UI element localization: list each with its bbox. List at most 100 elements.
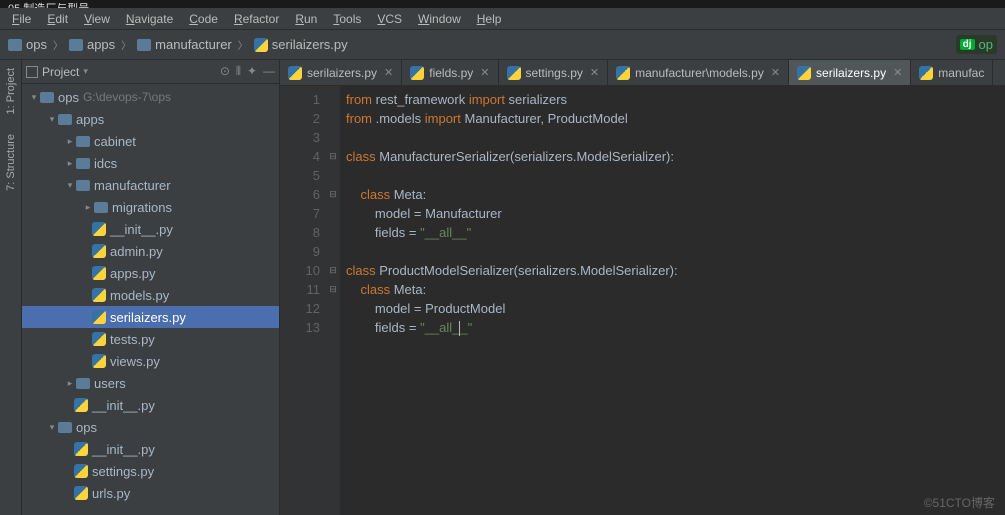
close-icon[interactable]: ✕: [893, 66, 902, 79]
chevron-icon: 〉: [238, 37, 248, 52]
code-line[interactable]: from .models import Manufacturer, Produc…: [346, 109, 1005, 128]
menu-tools[interactable]: Tools: [327, 10, 367, 28]
tree-item[interactable]: ▸cabinet: [22, 130, 279, 152]
code-line[interactable]: model = ProductModel: [346, 299, 1005, 318]
breadcrumb-item[interactable]: apps: [69, 37, 115, 52]
fold-marker[interactable]: ⊟: [326, 147, 340, 166]
tree-item[interactable]: __init__.py: [22, 394, 279, 416]
project-tree[interactable]: ▾opsG:\devops-7\ops▾apps▸cabinet▸idcs▾ma…: [22, 84, 279, 515]
editor-tab[interactable]: serilaizers.py✕: [789, 60, 911, 85]
python-file-icon: [254, 38, 268, 52]
expand-arrow-icon[interactable]: ▾: [48, 422, 56, 433]
tool-window-button[interactable]: 1: Project: [5, 64, 17, 118]
editor-tab[interactable]: serilaizers.py✕: [280, 60, 402, 85]
tree-item[interactable]: ▾ops: [22, 416, 279, 438]
breadcrumb-item[interactable]: manufacturer: [137, 37, 232, 52]
tree-item[interactable]: ▾opsG:\devops-7\ops: [22, 86, 279, 108]
menu-vcs[interactable]: VCS: [371, 10, 408, 28]
scroll-icon[interactable]: ⫴: [236, 64, 241, 79]
expand-arrow-icon[interactable]: ▾: [48, 114, 56, 125]
tree-item[interactable]: admin.py: [22, 240, 279, 262]
expand-arrow-icon[interactable]: ▸: [84, 202, 92, 213]
menu-refactor[interactable]: Refactor: [228, 10, 285, 28]
tree-item[interactable]: ▸users: [22, 372, 279, 394]
hide-icon[interactable]: —: [263, 64, 275, 79]
tree-item[interactable]: models.py: [22, 284, 279, 306]
editor-tab[interactable]: fields.py✕: [402, 60, 498, 85]
tree-item[interactable]: settings.py: [22, 460, 279, 482]
code-line[interactable]: [346, 166, 1005, 185]
dropdown-icon[interactable]: ▾: [83, 66, 88, 77]
tree-item-label: admin.py: [110, 244, 163, 259]
code-content[interactable]: from rest_framework import serializersfr…: [340, 86, 1005, 515]
folder-icon: [40, 92, 54, 103]
menu-run[interactable]: Run: [289, 10, 323, 28]
settings-icon[interactable]: ✦: [247, 64, 257, 79]
tool-window-button[interactable]: 7: Structure: [5, 130, 17, 195]
tree-item[interactable]: ▸migrations: [22, 196, 279, 218]
project-title[interactable]: Project: [42, 65, 79, 79]
project-pane: Project ▾ ⊙ ⫴ ✦ — ▾opsG:\devops-7\ops▾ap…: [22, 60, 280, 515]
code-line[interactable]: class Meta:: [346, 280, 1005, 299]
fold-column[interactable]: ⊟⊟⊟⊟: [326, 86, 340, 515]
chevron-icon: 〉: [53, 37, 63, 52]
tree-item[interactable]: urls.py: [22, 482, 279, 504]
editor-tab[interactable]: manufac: [911, 60, 993, 85]
expand-arrow-icon[interactable]: ▸: [66, 158, 74, 169]
editor-tab[interactable]: settings.py✕: [499, 60, 609, 85]
tree-item[interactable]: __init__.py: [22, 438, 279, 460]
expand-arrow-icon[interactable]: ▸: [66, 378, 74, 389]
close-icon[interactable]: ✕: [590, 66, 599, 79]
tree-item[interactable]: ▸idcs: [22, 152, 279, 174]
fold-marker[interactable]: ⊟: [326, 280, 340, 299]
menu-window[interactable]: Window: [412, 10, 467, 28]
code-line[interactable]: [346, 128, 1005, 147]
python-file-icon: [74, 442, 88, 456]
fold-marker: [326, 242, 340, 261]
menu-navigate[interactable]: Navigate: [120, 10, 179, 28]
folder-icon: [69, 39, 83, 51]
python-file-icon: [92, 310, 106, 324]
menu-help[interactable]: Help: [471, 10, 508, 28]
breadcrumb-label: ops: [26, 37, 47, 52]
breadcrumb-item[interactable]: ops: [8, 37, 47, 52]
fold-marker[interactable]: ⊟: [326, 261, 340, 280]
tree-item[interactable]: serilaizers.py: [22, 306, 279, 328]
tree-item[interactable]: tests.py: [22, 328, 279, 350]
code-line[interactable]: class ManufacturerSerializer(serializers…: [346, 147, 1005, 166]
menu-code[interactable]: Code: [183, 10, 224, 28]
editor-tab[interactable]: manufacturer\models.py✕: [608, 60, 789, 85]
expand-arrow-icon[interactable]: ▸: [66, 136, 74, 147]
line-number: 1: [280, 90, 320, 109]
tree-item[interactable]: views.py: [22, 350, 279, 372]
editor-body[interactable]: 12345678910111213 ⊟⊟⊟⊟ from rest_framewo…: [280, 86, 1005, 515]
tree-item[interactable]: ▾manufacturer: [22, 174, 279, 196]
menu-view[interactable]: View: [78, 10, 116, 28]
menu-file[interactable]: File: [6, 10, 37, 28]
tree-item-label: models.py: [110, 288, 169, 303]
python-file-icon: [507, 66, 521, 80]
code-line[interactable]: class Meta:: [346, 185, 1005, 204]
tree-item-label: settings.py: [92, 464, 154, 479]
close-icon[interactable]: ✕: [771, 66, 780, 79]
menu-edit[interactable]: Edit: [41, 10, 74, 28]
tree-item[interactable]: __init__.py: [22, 218, 279, 240]
code-line[interactable]: class ProductModelSerializer(serializers…: [346, 261, 1005, 280]
code-line[interactable]: [346, 242, 1005, 261]
code-line[interactable]: from rest_framework import serializers: [346, 90, 1005, 109]
tree-item[interactable]: apps.py: [22, 262, 279, 284]
close-icon[interactable]: ✕: [384, 66, 393, 79]
chevron-icon: 〉: [121, 37, 131, 52]
code-line[interactable]: fields = "__all__": [346, 318, 1005, 337]
left-tool-strip: 1: Project 7: Structure: [0, 60, 22, 515]
code-line[interactable]: model = Manufacturer: [346, 204, 1005, 223]
expand-arrow-icon[interactable]: ▾: [66, 180, 74, 191]
expand-arrow-icon[interactable]: ▾: [30, 92, 38, 103]
right-tool-badge[interactable]: dj op: [956, 35, 997, 54]
collapse-icon[interactable]: ⊙: [220, 64, 230, 79]
tree-item[interactable]: ▾apps: [22, 108, 279, 130]
fold-marker[interactable]: ⊟: [326, 185, 340, 204]
code-line[interactable]: fields = "__all__": [346, 223, 1005, 242]
breadcrumb-item[interactable]: serilaizers.py: [254, 37, 348, 52]
close-icon[interactable]: ✕: [480, 66, 489, 79]
